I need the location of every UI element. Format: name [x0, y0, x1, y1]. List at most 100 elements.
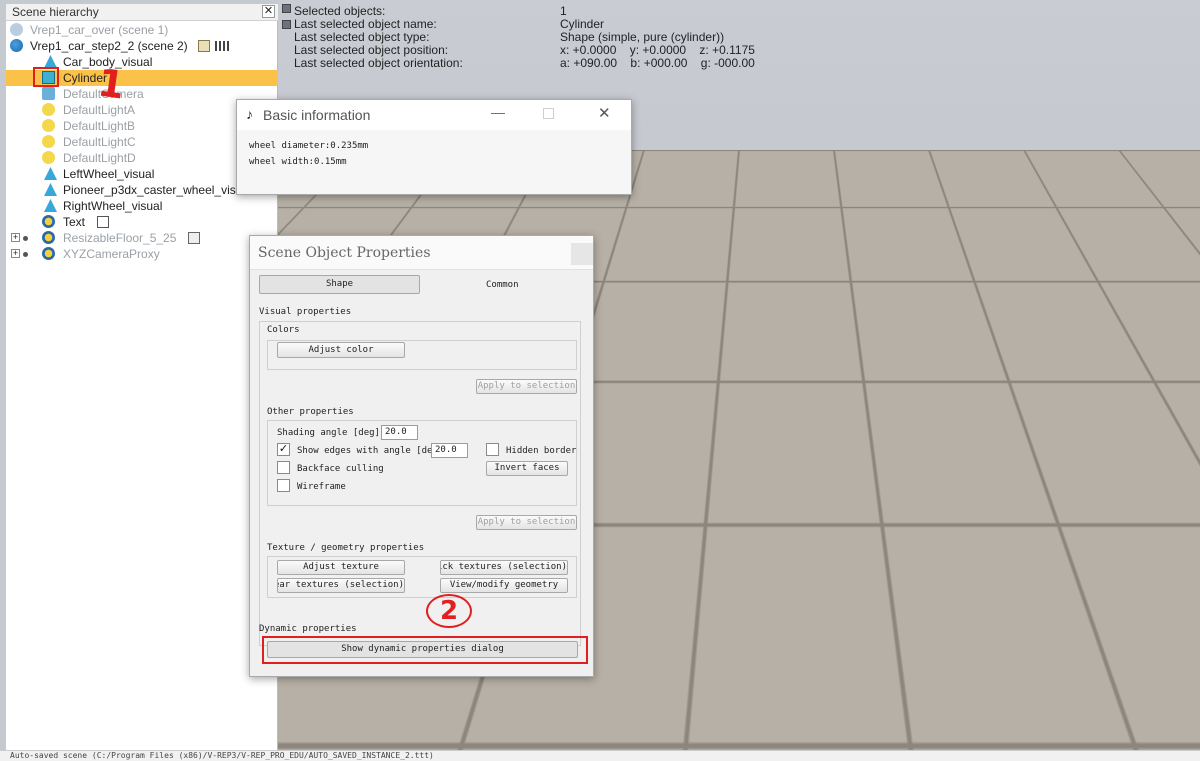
compute-mass-inertia-button[interactable]: Compute mass & inertia properties for se… — [797, 397, 1106, 413]
tree-resizable-floor[interactable]: + ResizableFloor_5_25 — [6, 230, 278, 246]
inertia-section-heading: Principal moments of inertia / mass — [797, 497, 987, 507]
info-pin-icon[interactable] — [282, 20, 291, 29]
apply-to-selection-button[interactable]: Apply to selection — [1014, 334, 1115, 349]
tree-xyz-camera-proxy[interactable]: + XYZCameraProxy — [6, 246, 278, 262]
material-value: rest_stack_grasp_materia — [846, 300, 977, 310]
backface-culling-label: Backface culling — [297, 464, 384, 474]
expand-icon[interactable]: + — [11, 249, 20, 258]
mass-label: Mass [kg] — [805, 456, 854, 466]
tab-shape[interactable]: Shape — [259, 275, 420, 294]
body-dynamic-label: Body is dynamic — [808, 363, 890, 373]
sop-titlebar[interactable]: Scene Object Properties — [250, 236, 593, 270]
invert-faces-button[interactable]: Invert faces — [486, 461, 568, 476]
beta-input[interactable]: +0.00e+00 — [1041, 624, 1097, 640]
script-icon[interactable] — [188, 232, 200, 244]
sop-close-button[interactable] — [571, 243, 593, 265]
show-edges-angle-input[interactable]: 20.0 — [431, 443, 468, 458]
rbdp-titlebar[interactable]: Rigid Body Dynamic Properties ✕ — [779, 200, 1122, 234]
alpha-input[interactable]: +0.00e+00 — [1041, 606, 1097, 622]
basic-information-window[interactable]: ♪ Basic information — ✕ wheel diameter:0… — [236, 99, 632, 195]
wireframe-checkbox[interactable] — [277, 479, 290, 492]
scene-object-properties-window[interactable]: Scene Object Properties Shape Common Vis… — [249, 235, 594, 677]
tree-text[interactable]: Text — [6, 214, 278, 230]
customization-icon[interactable] — [215, 41, 229, 51]
expand-icon[interactable]: + — [11, 233, 20, 242]
local-mask-checkboxes[interactable]: ✓ ✓ ✓ ✓ ✓ ✓ ✓ ✓ — [936, 262, 1056, 276]
gamma-input[interactable]: +0.00e+00 — [1041, 642, 1097, 658]
gamma-label: Gamma [deg] — [959, 646, 1019, 656]
body-respondable-label: Body is respondable — [808, 244, 911, 254]
mask-bit-checkbox[interactable]: ✓ — [1027, 262, 1040, 275]
light-icon — [42, 119, 55, 132]
pos-y-input[interactable]: +0.000e+00 — [851, 624, 915, 640]
tree-scene-1[interactable]: Vrep1_car_over (scene 1) — [6, 22, 278, 38]
edit-button[interactable]: Edit — [1069, 297, 1105, 313]
apply-to-selection-button[interactable]: Apply to selection — [1014, 714, 1115, 729]
tree-label: XYZCameraProxy — [63, 247, 160, 261]
basic-info-titlebar[interactable]: ♪ Basic information — ✕ — [237, 100, 631, 130]
show-edges-checkbox[interactable]: ✓ — [277, 443, 290, 456]
mask-bit-checkbox[interactable]: ✓ — [964, 280, 977, 293]
tree-right-wheel-visual[interactable]: RightWheel_visual — [6, 198, 278, 214]
hierarchy-close-icon[interactable]: ✕ — [262, 5, 275, 18]
tab-common[interactable]: Common — [486, 280, 519, 290]
body-respondable-checkbox[interactable]: ✓ — [790, 242, 803, 255]
view-modify-geometry-button[interactable]: View/modify geometry — [440, 578, 568, 593]
pos-x-input[interactable]: +0.000e+00 — [851, 606, 915, 622]
mask-bit-checkbox[interactable]: ✓ — [1041, 280, 1054, 293]
mask-bit-checkbox[interactable]: ✓ — [950, 280, 963, 293]
mask-bit-checkbox[interactable]: ✓ — [999, 262, 1012, 275]
apply-to-selection-button[interactable]: Apply to selection — [476, 515, 577, 530]
camera-icon — [42, 87, 55, 100]
light-icon — [42, 135, 55, 148]
close-icon[interactable]: ✕ — [598, 104, 611, 122]
mask-bit-checkbox[interactable]: ✓ — [936, 262, 949, 275]
dot-icon — [23, 252, 28, 257]
mask-bit-checkbox[interactable]: ✓ — [978, 280, 991, 293]
quick-textures-button[interactable]: Quick textures (selection) — [440, 560, 568, 575]
beta-label: Beta [deg] — [959, 628, 1014, 638]
set-dynamic-parent-checkbox[interactable] — [934, 379, 947, 392]
pos-z-input[interactable]: +0.000e+00 — [851, 642, 915, 658]
light-icon — [42, 151, 55, 164]
mask-bit-checkbox[interactable]: ✓ — [999, 280, 1012, 293]
material-select[interactable]: rest_stack_grasp_materia ▼ — [842, 297, 997, 313]
start-sleep-checkbox[interactable] — [797, 379, 810, 392]
hidden-border-checkbox[interactable] — [486, 443, 499, 456]
mask-bit-checkbox[interactable]: ✓ — [1013, 262, 1026, 275]
annotation-number-3: 3 — [957, 432, 991, 474]
adjust-texture-button[interactable]: Adjust texture — [277, 560, 405, 575]
rbdp-title: Rigid Body Dynamic Properties — [788, 209, 982, 225]
scene-icon — [10, 39, 23, 52]
maximize-icon[interactable] — [543, 108, 554, 119]
tree-scene-2[interactable]: Vrep1_car_step2_2 (scene 2) — [6, 38, 278, 54]
set-dynamic-parent-label: Set to dynamic if gets paren — [953, 382, 1105, 392]
mask-bit-checkbox[interactable]: ✓ — [950, 262, 963, 275]
mask-bit-checkbox[interactable]: ✓ — [1027, 280, 1040, 293]
shading-angle-input[interactable]: 20.0 — [381, 425, 418, 440]
mask-bit-checkbox[interactable]: ✓ — [1041, 262, 1054, 275]
pos-x-label: X [m] — [805, 610, 833, 620]
sop-title: Scene Object Properties — [258, 245, 431, 261]
minimize-icon[interactable]: — — [491, 104, 505, 120]
tree-label: DefaultLightB — [63, 119, 136, 133]
backface-culling-checkbox[interactable] — [277, 461, 290, 474]
apply-to-selection-button[interactable]: Apply to selection — [476, 379, 577, 394]
adjust-color-button[interactable]: Adjust color — [277, 342, 405, 358]
mask-bit-checkbox[interactable]: ✓ — [936, 280, 949, 293]
rbdp-close-button[interactable]: ✕ — [1100, 207, 1122, 229]
info-toggle-icon[interactable] — [282, 4, 291, 13]
set-inertia-matrix-button[interactable]: Set inertia matrix and COM relative to a… — [797, 678, 1106, 694]
mask-bit-checkbox[interactable]: ✓ — [964, 262, 977, 275]
script-icon[interactable] — [97, 216, 109, 228]
tree-label: DefaultLightC — [63, 135, 136, 149]
body-dynamic-checkbox[interactable]: ✓ — [790, 361, 803, 374]
global-mask-checkboxes[interactable]: ✓ ✓ ✓ ✓ ✓ ✓ ✓ ✓ — [936, 280, 1056, 294]
script-icon[interactable] — [198, 40, 210, 52]
mask-bit-checkbox[interactable]: ✓ — [978, 262, 991, 275]
tree-label: LeftWheel_visual — [63, 167, 155, 181]
mask-bit-checkbox[interactable]: ✓ — [1013, 280, 1026, 293]
rigid-body-dynamic-properties-window[interactable]: Rigid Body Dynamic Properties ✕ ✓ Body i… — [778, 199, 1123, 740]
duplicate-button[interactable]: Duplicate — [1005, 297, 1059, 313]
clear-textures-button[interactable]: Clear textures (selection) — [277, 578, 405, 593]
